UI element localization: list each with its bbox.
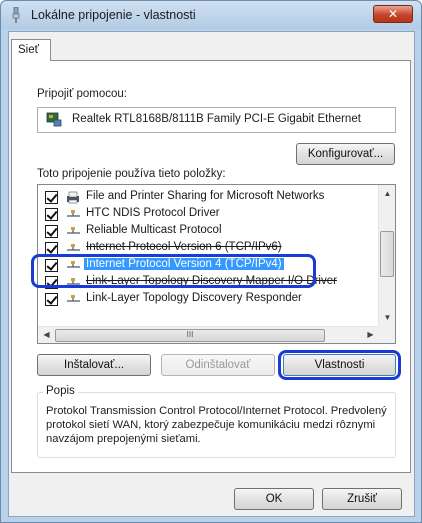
checkbox[interactable] bbox=[45, 225, 58, 238]
install-button[interactable]: Inštalovať... bbox=[37, 354, 151, 376]
connect-using-label: Pripojiť pomocou: bbox=[37, 88, 127, 100]
scroll-corner bbox=[378, 326, 395, 343]
window-title: Lokálne pripojenie - vlastnosti bbox=[31, 8, 196, 22]
printer-sharing-icon bbox=[67, 191, 79, 204]
item-label: File and Printer Sharing for Microsoft N… bbox=[86, 190, 325, 202]
cancel-button[interactable]: Zrušiť bbox=[322, 488, 402, 510]
scroll-up-icon[interactable]: ▲ bbox=[379, 189, 395, 198]
tab-network[interactable]: Sieť bbox=[11, 39, 51, 61]
description-title: Popis bbox=[43, 385, 78, 397]
uninstall-button[interactable]: Odinštalovať bbox=[161, 354, 275, 376]
items-list[interactable]: File and Printer Sharing for Microsoft N… bbox=[37, 184, 396, 344]
properties-button[interactable]: Vlastnosti bbox=[283, 354, 396, 376]
checkbox[interactable] bbox=[45, 242, 58, 255]
horizontal-scrollbar[interactable]: ◀ III ▶ bbox=[38, 326, 379, 343]
list-item[interactable]: Internet Protocol Version 6 (TCP/IPv6) bbox=[38, 240, 378, 257]
item-label: Internet Protocol Version 6 (TCP/IPv6) bbox=[86, 241, 282, 253]
checkbox[interactable] bbox=[45, 276, 58, 289]
protocol-icon bbox=[67, 278, 80, 285]
adapter-name: Realtek RTL8168B/8111B Family PCI-E Giga… bbox=[72, 113, 361, 125]
checkbox[interactable] bbox=[45, 293, 58, 306]
network-adapter-icon bbox=[46, 112, 62, 127]
protocol-icon bbox=[67, 227, 80, 234]
checkbox[interactable] bbox=[45, 191, 58, 204]
title-bar[interactable]: Lokálne pripojenie - vlastnosti ✕ bbox=[1, 1, 421, 29]
list-item[interactable]: File and Printer Sharing for Microsoft N… bbox=[38, 189, 378, 206]
list-item[interactable]: HTC NDIS Protocol Driver bbox=[38, 206, 378, 223]
item-label: HTC NDIS Protocol Driver bbox=[86, 207, 220, 219]
protocol-icon bbox=[67, 210, 80, 217]
list-item[interactable]: Link-Layer Topology Discovery Responder bbox=[38, 291, 378, 308]
vertical-scroll-thumb[interactable] bbox=[380, 231, 394, 277]
item-label: Link-Layer Topology Discovery Responder bbox=[86, 292, 302, 304]
list-item[interactable]: Reliable Multicast Protocol bbox=[38, 223, 378, 240]
vertical-scrollbar[interactable]: ▲ ▼ bbox=[378, 185, 395, 327]
item-label: Reliable Multicast Protocol bbox=[86, 224, 222, 236]
checkbox[interactable] bbox=[45, 208, 58, 221]
horizontal-scroll-thumb[interactable]: III bbox=[55, 329, 325, 342]
checkbox[interactable] bbox=[45, 259, 58, 272]
protocol-icon bbox=[67, 261, 80, 268]
scroll-right-icon[interactable]: ▶ bbox=[362, 330, 379, 339]
protocol-icon bbox=[67, 244, 80, 251]
item-label: Link-Layer Topology Discovery Mapper I/O… bbox=[86, 275, 337, 287]
list-item[interactable]: Link-Layer Topology Discovery Mapper I/O… bbox=[38, 274, 378, 291]
scroll-down-icon[interactable]: ▼ bbox=[379, 313, 395, 322]
close-button[interactable]: ✕ bbox=[373, 5, 413, 23]
scroll-left-icon[interactable]: ◀ bbox=[38, 330, 55, 339]
list-item-selected[interactable]: Internet Protocol Version 4 (TCP/IPv4) bbox=[38, 257, 378, 274]
configure-button[interactable]: Konfigurovať... bbox=[296, 143, 395, 165]
item-label: Internet Protocol Version 4 (TCP/IPv4) bbox=[84, 258, 284, 270]
items-label: Toto pripojenie používa tieto položky: bbox=[37, 168, 226, 180]
ok-button[interactable]: OK bbox=[234, 488, 314, 510]
protocol-icon bbox=[67, 295, 80, 302]
description-text: Protokol Transmission Control Protocol/I… bbox=[46, 405, 387, 445]
network-connection-icon bbox=[12, 7, 20, 23]
